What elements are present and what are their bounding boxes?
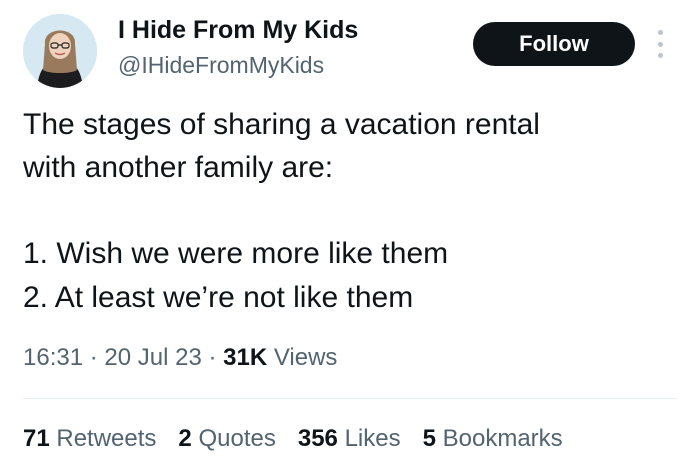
bookmarks-stat[interactable]: 5 Bookmarks (423, 425, 563, 453)
quotes-count: 2 (178, 425, 192, 452)
tweet-text-line: The stages of sharing a vacation rental (23, 108, 540, 141)
bookmarks-count: 5 (422, 425, 436, 452)
quotes-label: Quotes (198, 425, 276, 452)
views-label: Views (267, 344, 338, 371)
follow-button[interactable]: Follow (473, 22, 635, 66)
retweets-count: 71 (23, 425, 50, 452)
tweet-time[interactable]: 16:31 (23, 344, 83, 371)
more-dot (657, 41, 663, 47)
tweet-text-line: 2. At least we’re not like them (23, 281, 414, 314)
likes-stat[interactable]: 356 Likes (298, 425, 401, 453)
user-handle[interactable]: @IHideFromMyKids (118, 52, 324, 79)
quotes-stat[interactable]: 2 Quotes (178, 425, 275, 453)
tweet-text-line: 1. Wish we were more like them (23, 237, 449, 270)
meta-separator: · (201, 344, 224, 371)
engagement-stats: 71 Retweets 2 Quotes 356 Likes 5 Bookmar… (23, 425, 585, 453)
divider (23, 398, 677, 399)
display-name[interactable]: I Hide From My Kids (118, 16, 358, 45)
retweets-stat[interactable]: 71 Retweets (23, 425, 156, 453)
tweet-text-line: with another family are: (23, 151, 334, 184)
avatar-image (23, 14, 97, 88)
more-vertical-icon[interactable] (653, 30, 667, 58)
tweet-date[interactable]: 20 Jul 23 (104, 344, 201, 371)
bookmarks-label: Bookmarks (442, 425, 563, 452)
more-dot (657, 53, 663, 58)
avatar[interactable] (23, 14, 97, 88)
more-dot (657, 30, 663, 35)
retweets-label: Retweets (56, 425, 157, 452)
tweet-meta: 16:31 · 20 Jul 23 · 31K Views (23, 344, 337, 372)
likes-label: Likes (344, 425, 401, 452)
meta-separator: · (83, 344, 105, 371)
views-count: 31K (223, 344, 268, 371)
likes-count: 356 (297, 425, 338, 452)
